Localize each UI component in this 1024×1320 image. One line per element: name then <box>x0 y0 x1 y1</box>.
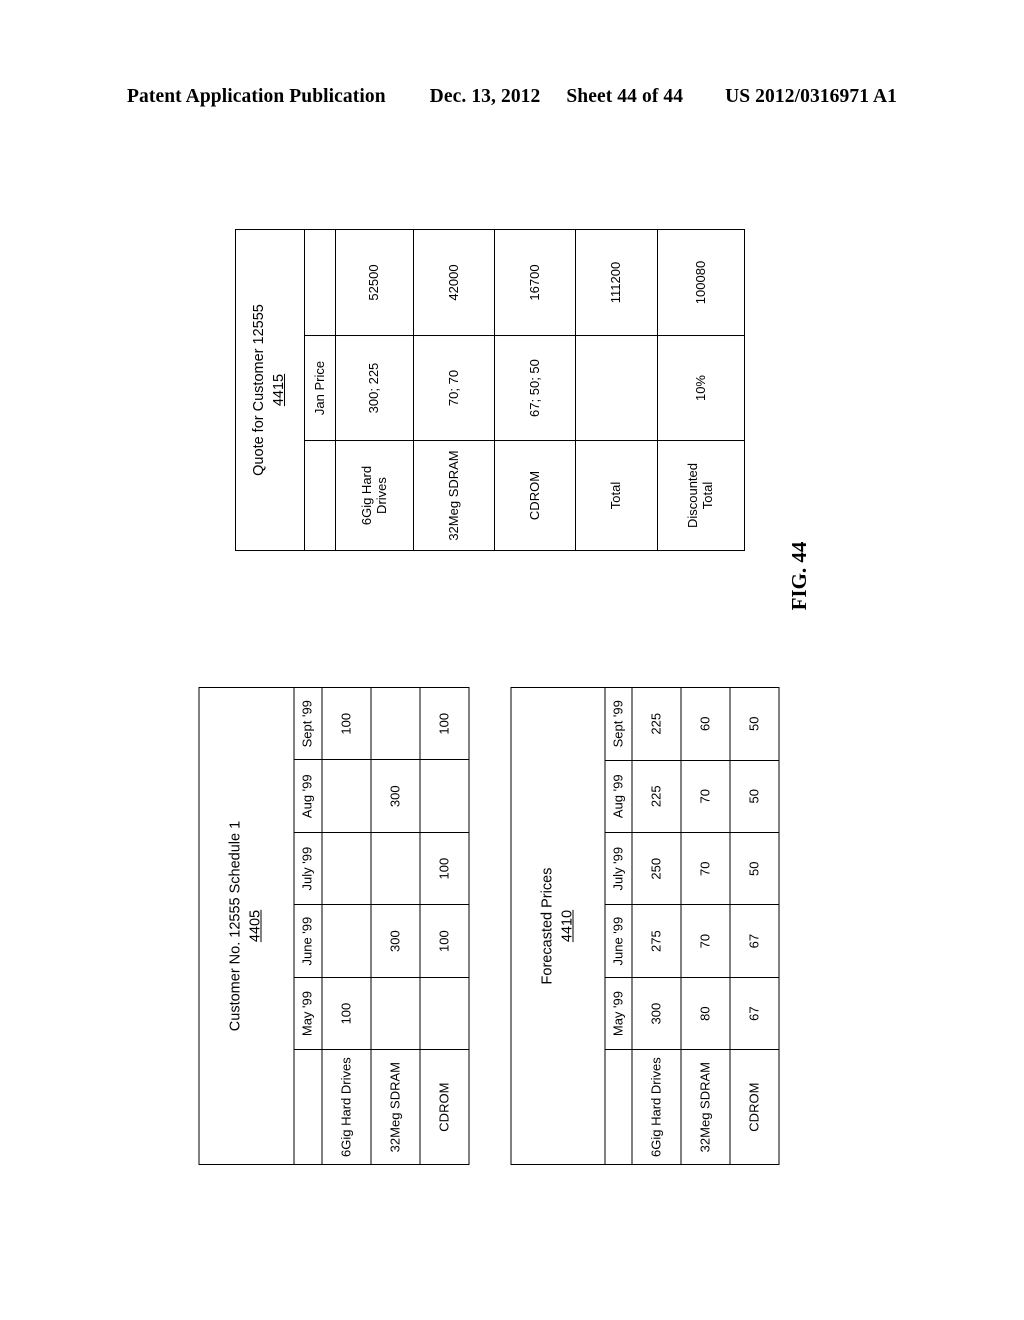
figure-label: FIG. 44 <box>787 541 811 611</box>
quote-row-label: Total <box>575 440 657 551</box>
table-row: 32Meg SDRAM 80 70 70 70 60 <box>681 687 730 1165</box>
forecast-header-month: May '99 <box>605 977 632 1050</box>
schedule-header-month: Aug '99 <box>294 759 322 833</box>
table-row: 6Gig Hard Drives 300 275 250 225 225 <box>632 687 681 1165</box>
schedule-cell: 100 <box>420 687 469 760</box>
quote-row-total: 111200 <box>575 228 657 336</box>
schedule-header-blank <box>294 1049 322 1165</box>
schedule-cell <box>322 904 371 978</box>
quote-row-label: 6Gig Hard Drives <box>335 440 413 551</box>
forecast-cell: 70 <box>681 904 730 978</box>
quote-row-price <box>575 335 657 441</box>
forecast-row-label: 6Gig Hard Drives <box>632 1049 681 1165</box>
schedule-row-label: 32Meg SDRAM <box>371 1049 420 1165</box>
quote-row-total: 16700 <box>494 228 575 336</box>
schedule-row-label: 6Gig Hard Drives <box>322 1049 371 1165</box>
table-row: 6Gig Hard Drives 300; 225 52500 <box>335 228 413 551</box>
quote-row-price: 300; 225 <box>335 335 413 441</box>
schedule-cell <box>371 832 420 905</box>
schedule-cell <box>371 687 420 760</box>
header-publication: Patent Application Publication <box>127 86 386 107</box>
forecast-row-label: 32Meg SDRAM <box>681 1049 730 1165</box>
header-date: Dec. 13, 2012 <box>429 86 541 107</box>
table-row: Total 111200 <box>575 228 657 551</box>
table-row: CDROM 67 67 50 50 50 <box>730 687 779 1165</box>
schedule-header-month: July '99 <box>294 832 322 905</box>
quote-row-total: 100080 <box>657 228 744 336</box>
quote-header-blank-right <box>304 228 335 336</box>
quote-table-container: Quote for Customer 12555 4415 Jan Price … <box>234 228 745 551</box>
schedule-table-container: Customer No. 12555 Schedule 1 4405 May '… <box>198 687 470 1165</box>
quote-title-text: Quote for Customer 12555 <box>250 303 267 476</box>
schedule-cell <box>420 759 469 833</box>
quote-row-total: 52500 <box>335 228 413 336</box>
schedule-cell <box>371 977 420 1050</box>
forecast-cell: 225 <box>632 760 681 833</box>
header-sheet: Sheet 44 of 44 <box>566 86 684 107</box>
quote-header-jan-price: Jan Price <box>304 335 335 441</box>
page-header: Patent Application Publication Dec. 13, … <box>0 86 1024 108</box>
forecast-cell: 250 <box>632 832 681 905</box>
schedule-cell <box>322 832 371 905</box>
quote-table: Quote for Customer 12555 4415 Jan Price … <box>234 228 745 551</box>
forecast-cell: 50 <box>730 687 779 761</box>
schedule-header-month: Sept '99 <box>294 687 322 760</box>
quote-row-label: 32Meg SDRAM <box>413 440 494 551</box>
schedule-cell: 100 <box>420 904 469 978</box>
quote-row-label: CDROM <box>494 440 575 551</box>
forecast-cell: 80 <box>681 977 730 1050</box>
schedule-cell: 100 <box>322 687 371 760</box>
forecast-cell: 50 <box>730 760 779 833</box>
forecast-header-month: Sept '99 <box>605 687 632 761</box>
forecast-cell: 275 <box>632 904 681 978</box>
schedule-table-title: Customer No. 12555 Schedule 1 4405 <box>199 687 294 1165</box>
schedule-cell: 300 <box>371 904 420 978</box>
forecast-cell: 70 <box>681 832 730 905</box>
forecast-cell: 70 <box>681 760 730 833</box>
quote-row-label: Discounted Total <box>657 440 744 551</box>
schedule-cell <box>322 759 371 833</box>
forecast-table-title: Forecasted Prices 4410 <box>511 687 605 1165</box>
table-row: CDROM 67; 50; 50 16700 <box>494 228 575 551</box>
table-row: 32Meg SDRAM 300 300 <box>371 687 420 1165</box>
schedule-row-label: CDROM <box>420 1049 469 1165</box>
table-row: CDROM 100 100 100 <box>420 687 469 1165</box>
quote-table-title: Quote for Customer 12555 4415 <box>235 228 304 551</box>
forecast-header-blank <box>605 1049 632 1165</box>
schedule-ref-number: 4405 <box>247 909 264 943</box>
quote-row-price: 67; 50; 50 <box>494 335 575 441</box>
schedule-header-month: May '99 <box>294 977 322 1050</box>
schedule-cell: 300 <box>371 759 420 833</box>
forecast-table-container: Forecasted Prices 4410 May '99 June '99 … <box>510 687 780 1165</box>
forecast-cell: 60 <box>681 687 730 761</box>
schedule-cell <box>420 977 469 1050</box>
forecast-ref-number: 4410 <box>559 909 575 943</box>
schedule-table: Customer No. 12555 Schedule 1 4405 May '… <box>198 687 470 1165</box>
quote-row-total: 42000 <box>413 228 494 336</box>
table-row: Discounted Total 10% 100080 <box>657 228 744 551</box>
forecast-cell: 225 <box>632 687 681 761</box>
schedule-cell: 100 <box>322 977 371 1050</box>
quote-header-blank-left <box>304 440 335 551</box>
table-row: 6Gig Hard Drives 100 100 <box>322 687 371 1165</box>
forecast-header-month: June '99 <box>605 904 632 978</box>
quote-row-price: 70; 70 <box>413 335 494 441</box>
schedule-header-month: June '99 <box>294 904 322 978</box>
forecast-header-month: Aug '99 <box>605 760 632 833</box>
schedule-title-text: Customer No. 12555 Schedule 1 <box>227 820 244 1032</box>
quote-row-price: 10% <box>657 335 744 441</box>
forecast-cell: 300 <box>632 977 681 1050</box>
forecast-title-text: Forecasted Prices <box>539 867 556 985</box>
forecast-cell: 67 <box>730 977 779 1050</box>
forecast-cell: 67 <box>730 904 779 978</box>
quote-ref-number: 4415 <box>270 373 287 406</box>
forecast-table: Forecasted Prices 4410 May '99 June '99 … <box>510 687 780 1165</box>
schedule-cell: 100 <box>420 832 469 905</box>
forecast-header-month: July '99 <box>605 832 632 905</box>
header-patent-number: US 2012/0316971 A1 <box>725 86 897 107</box>
table-row: 32Meg SDRAM 70; 70 42000 <box>413 228 494 551</box>
forecast-row-label: CDROM <box>730 1049 779 1165</box>
forecast-cell: 50 <box>730 832 779 905</box>
